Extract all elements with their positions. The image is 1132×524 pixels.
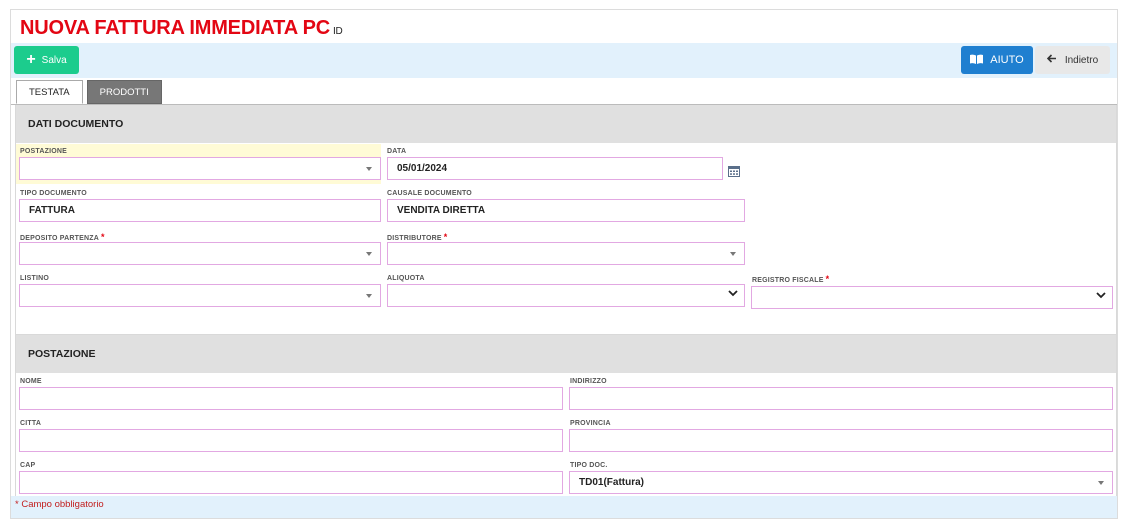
nome-label: NOME xyxy=(20,378,42,385)
tipo-documento-label: TIPO DOCUMENTO xyxy=(20,190,87,197)
aliquota-select[interactable] xyxy=(387,284,745,307)
cap-label: CAP xyxy=(20,462,36,469)
section-title: DATI DOCUMENTO xyxy=(16,105,1116,143)
save-button[interactable]: + Salva xyxy=(14,46,79,74)
provincia-input[interactable] xyxy=(569,429,1113,452)
deposito-partenza-label-text: DEPOSITO PARTENZA xyxy=(20,235,99,242)
required-mark: * xyxy=(825,274,830,284)
chevron-down-icon xyxy=(728,290,738,297)
caret-down-icon xyxy=(366,252,372,256)
footer-bar: * Campo obbligatorio xyxy=(11,496,1117,518)
required-note: * Campo obbligatorio xyxy=(15,499,104,510)
tab-testata[interactable]: TESTATA xyxy=(16,80,83,104)
listino-select[interactable] xyxy=(19,284,381,307)
aliquota-label: ALIQUOTA xyxy=(387,275,425,282)
deposito-partenza-select[interactable] xyxy=(19,242,381,265)
required-mark: * xyxy=(100,232,105,242)
causale-documento-value: VENDITA DIRETTA xyxy=(397,205,486,216)
distributore-label-text: DISTRIBUTORE xyxy=(387,235,442,242)
back-button[interactable]: Indietro xyxy=(1035,46,1110,74)
data-input[interactable]: 05/01/2024 xyxy=(387,157,723,180)
help-button[interactable]: AIUTO xyxy=(961,46,1033,74)
chevron-down-icon xyxy=(1096,292,1106,299)
causale-documento-label: CAUSALE DOCUMENTO xyxy=(387,190,472,197)
tipo-doc-value: TD01(Fattura) xyxy=(579,477,645,488)
book-icon xyxy=(970,54,984,67)
id-tag: ID xyxy=(332,26,343,37)
distributore-label: DISTRIBUTORE * xyxy=(387,232,447,242)
save-button-label: Salva xyxy=(41,54,67,66)
postazione-label: POSTAZIONE xyxy=(20,148,67,155)
causale-documento-input[interactable]: VENDITA DIRETTA xyxy=(387,199,745,222)
tab-prodotti[interactable]: PRODOTTI xyxy=(86,80,162,104)
indirizzo-label: INDIRIZZO xyxy=(570,378,607,385)
required-mark: * xyxy=(443,232,448,242)
tipo-doc-select[interactable]: TD01(Fattura) xyxy=(569,471,1113,494)
tab-bar: TESTATA PRODOTTI xyxy=(16,80,162,104)
listino-label: LISTINO xyxy=(20,275,50,282)
page-title-text: NUOVA FATTURA IMMEDIATA PC xyxy=(20,17,330,39)
section-title: POSTAZIONE xyxy=(16,335,1116,373)
registro-fiscale-label-text: REGISTRO FISCALE xyxy=(752,277,824,284)
tipo-documento-input[interactable]: FATTURA xyxy=(19,199,381,222)
page-title: NUOVA FATTURA IMMEDIATA PC ID xyxy=(20,17,343,40)
citta-input[interactable] xyxy=(19,429,563,452)
caret-down-icon xyxy=(1098,481,1104,485)
indirizzo-input[interactable] xyxy=(569,387,1113,410)
data-value: 05/01/2024 xyxy=(397,163,448,174)
distributore-select[interactable] xyxy=(387,242,745,265)
caret-down-icon xyxy=(730,252,736,256)
help-button-label: AIUTO xyxy=(990,54,1024,66)
cap-input[interactable] xyxy=(19,471,563,494)
registro-fiscale-label: REGISTRO FISCALE * xyxy=(752,274,829,284)
toolbar: + Salva AIUTO Indietro xyxy=(11,43,1117,78)
provincia-label: PROVINCIA xyxy=(570,420,611,427)
deposito-partenza-label: DEPOSITO PARTENZA * xyxy=(20,232,105,242)
back-button-label: Indietro xyxy=(1064,54,1099,66)
calendar-icon[interactable] xyxy=(728,164,740,177)
registro-fiscale-select[interactable] xyxy=(751,286,1113,309)
caret-down-icon xyxy=(366,294,372,298)
citta-label: CITTA xyxy=(20,420,42,427)
main-panel: NUOVA FATTURA IMMEDIATA PC ID + Salva AIU… xyxy=(10,9,1118,519)
data-label: DATA xyxy=(387,148,407,155)
tipo-documento-value: FATTURA xyxy=(29,205,75,216)
nome-input[interactable] xyxy=(19,387,563,410)
postazione-select[interactable] xyxy=(19,157,381,180)
plus-icon: + xyxy=(26,51,36,68)
tipo-doc-label: TIPO DOC. xyxy=(570,462,608,469)
arrow-left-icon xyxy=(1046,54,1057,66)
caret-down-icon xyxy=(366,167,372,171)
